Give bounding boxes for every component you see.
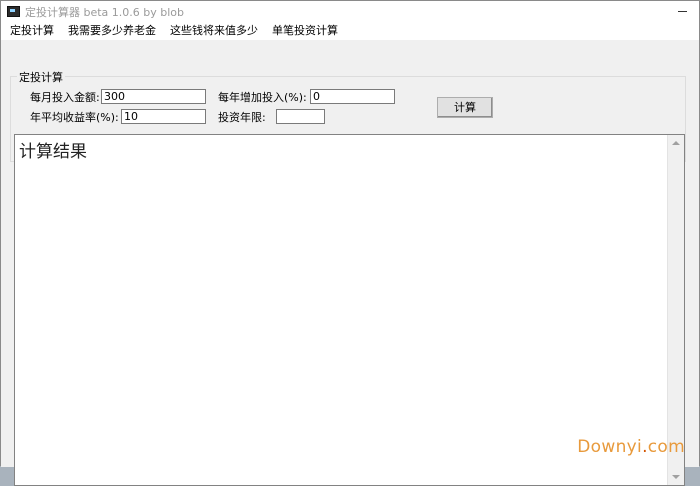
monthly-amount-label: 每月投入金额: — [30, 91, 100, 104]
minimize-icon — [677, 11, 687, 12]
return-rate-input[interactable] — [121, 109, 206, 124]
watermark-tld: com — [647, 437, 685, 457]
chevron-up-icon — [672, 141, 680, 145]
result-textarea[interactable]: 计算结果 — [14, 134, 685, 486]
scroll-down-arrow[interactable] — [668, 469, 684, 485]
client-area: 定投计算 每月投入金额: 每年增加投入(%): 年平均收益率(%): 投资年限:… — [1, 40, 699, 486]
minimize-button[interactable] — [665, 1, 699, 22]
scroll-up-arrow[interactable] — [668, 135, 684, 151]
window-controls — [665, 1, 699, 22]
menu-item-future-value[interactable]: 这些钱将来值多少 — [164, 22, 264, 40]
annual-increase-label: 每年增加投入(%): — [218, 91, 307, 104]
vertical-scrollbar[interactable] — [667, 135, 684, 485]
calculate-button[interactable]: 计算 — [437, 97, 493, 118]
title-bar[interactable]: 定投计算器 beta 1.0.6 by blob — [1, 1, 699, 22]
calculator-app-icon — [7, 6, 20, 17]
menu-item-retirement-needs[interactable]: 我需要多少养老金 — [62, 22, 162, 40]
years-input[interactable] — [276, 109, 325, 124]
watermark: Downyi.com — [577, 437, 685, 457]
main-window: 定投计算器 beta 1.0.6 by blob 定投计算 我需要多少养老金 这… — [0, 0, 700, 486]
years-label: 投资年限: — [218, 111, 266, 124]
chevron-down-icon — [672, 475, 680, 479]
group-title: 定投计算 — [17, 69, 65, 85]
menu-item-fixed-investment[interactable]: 定投计算 — [4, 22, 60, 40]
window-title: 定投计算器 beta 1.0.6 by blob — [25, 5, 185, 19]
watermark-brand: Downyi — [577, 437, 643, 457]
annual-increase-input[interactable] — [310, 89, 395, 104]
menu-bar: 定投计算 我需要多少养老金 这些钱将来值多少 单笔投资计算 — [1, 22, 699, 40]
menu-item-lump-sum[interactable]: 单笔投资计算 — [266, 22, 344, 40]
return-rate-label: 年平均收益率(%): — [30, 111, 119, 124]
result-text: 计算结果 — [19, 142, 87, 162]
monthly-amount-input[interactable] — [101, 89, 206, 104]
